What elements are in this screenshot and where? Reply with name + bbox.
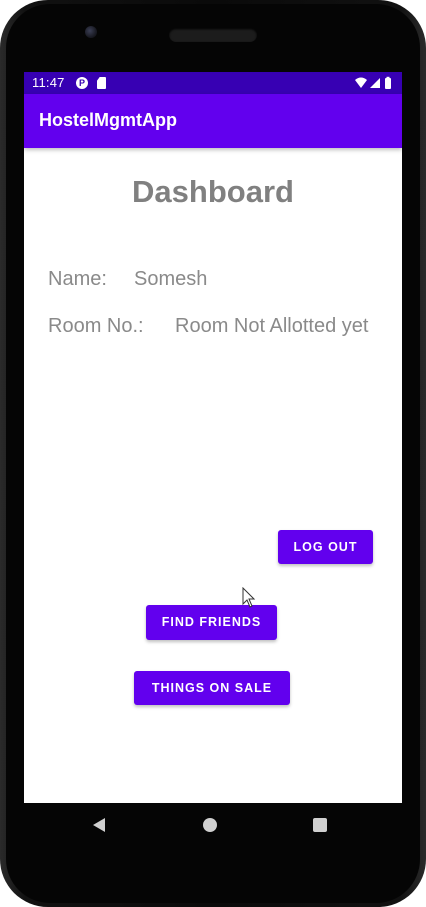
battery-icon <box>385 78 391 89</box>
mouse-cursor-icon <box>242 587 256 608</box>
room-value: Room Not Allotted yet <box>175 315 369 337</box>
navigation-bar <box>0 803 426 907</box>
earpiece-speaker <box>169 28 257 42</box>
app-title: HostelMgmtApp <box>39 110 177 130</box>
front-camera <box>85 26 97 38</box>
recents-icon[interactable] <box>313 818 327 832</box>
wifi-icon <box>355 77 367 88</box>
room-label: Room No.: <box>48 315 144 337</box>
logout-button[interactable]: LOG OUT <box>278 530 373 564</box>
status-time: 11:47 <box>32 75 65 90</box>
room-row: Room No.: Room Not Allotted yet <box>48 315 368 338</box>
phone-frame: 11:47 P HostelMgmtApp Dashboard Name: Som… <box>0 0 426 907</box>
name-label: Name: <box>48 268 107 290</box>
system-status-icons <box>355 76 391 89</box>
name-row: Name: Somesh <box>48 268 207 291</box>
sd-card-icon <box>97 77 106 89</box>
things-on-sale-button[interactable]: THINGS ON SALE <box>134 671 290 705</box>
status-bar: 11:47 P <box>24 72 402 94</box>
p-icon: P <box>76 77 88 89</box>
app-screen: 11:47 P HostelMgmtApp Dashboard Name: Som… <box>24 72 402 803</box>
back-icon[interactable] <box>92 817 106 833</box>
dashboard-title: Dashboard <box>132 174 294 209</box>
name-value: Somesh <box>134 268 208 290</box>
home-icon[interactable] <box>203 818 217 832</box>
app-bar: HostelMgmtApp <box>24 94 402 148</box>
find-friends-button[interactable]: FIND FRIENDS <box>146 605 277 640</box>
signal-icon <box>370 78 380 88</box>
